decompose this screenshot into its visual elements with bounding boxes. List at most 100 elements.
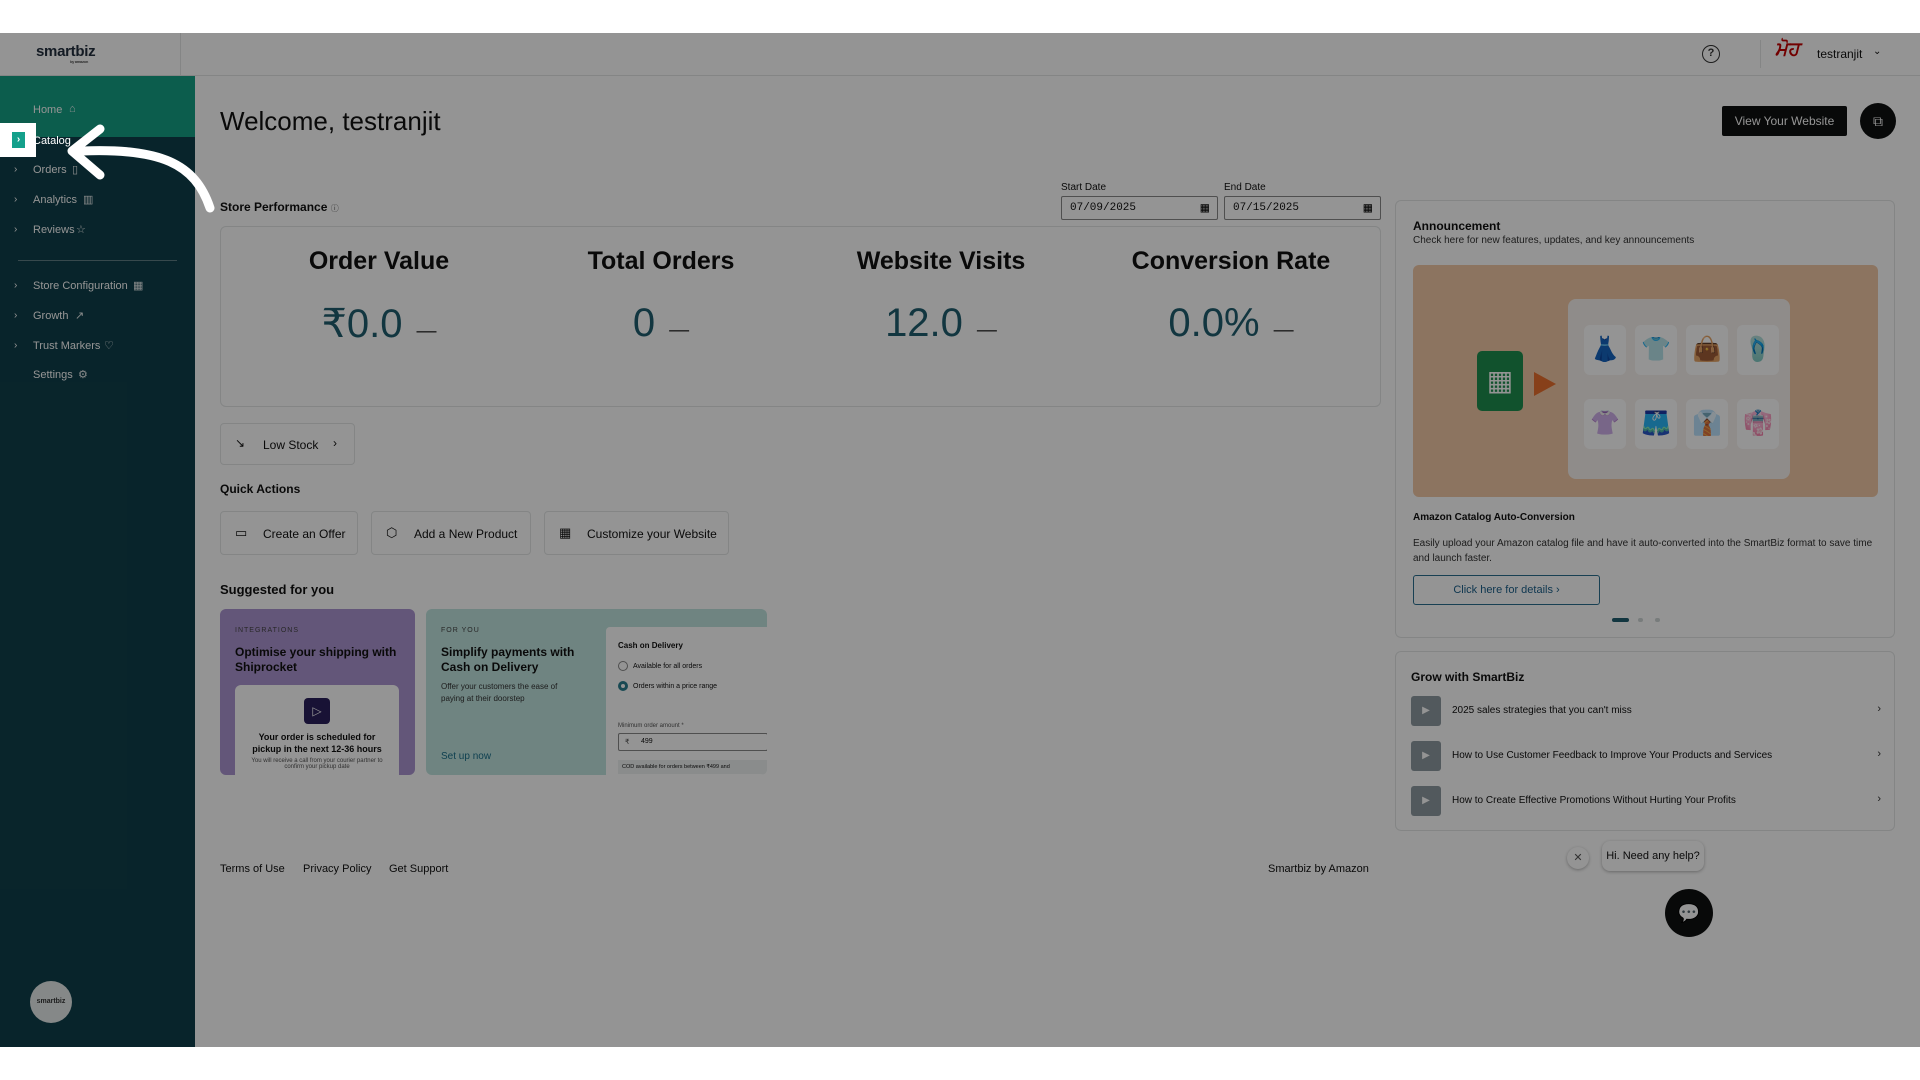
low-stock-button[interactable]: ↘ Low Stock › <box>220 423 355 465</box>
grow-card: Grow with SmartBiz ▶ 2025 sales strategi… <box>1395 651 1895 831</box>
metric-website-visits: Website Visits 12.0— <box>831 247 1051 346</box>
suggestion-card-cod[interactable]: FOR YOU Simplify payments with Cash on D… <box>426 609 767 775</box>
chevron-right-icon: › <box>333 436 337 450</box>
end-date-label: End Date <box>1224 182 1266 193</box>
list-item[interactable]: ▶ 2025 sales strategies that you can't m… <box>1411 696 1881 726</box>
privacy-link[interactable]: Privacy Policy <box>303 863 371 875</box>
carousel-dot[interactable] <box>1638 618 1643 622</box>
metric-total-orders: Total Orders 0— <box>561 247 761 346</box>
account-avatar[interactable]: smartbiz <box>30 981 72 1023</box>
header-divider <box>1760 40 1761 68</box>
list-item[interactable]: ▶ How to Use Customer Feedback to Improv… <box>1411 741 1881 771</box>
arrow-right-icon <box>1534 372 1556 396</box>
chevron-right-icon: › <box>1877 748 1881 760</box>
app-window: smartbiz by amazon ? ਮੋਹ testranjit ⌄ Hom… <box>0 33 1920 1047</box>
store-performance-card: Order Value ₹0.0— Total Orders 0— Websit… <box>220 226 1381 407</box>
carousel-dot[interactable] <box>1655 618 1660 622</box>
sidebar-item-label: Home <box>33 104 63 116</box>
info-icon[interactable]: ⓘ <box>331 204 339 213</box>
suggested-title: Suggested for you <box>220 582 335 597</box>
metric-order-value: Order Value ₹0.0— <box>279 247 479 347</box>
radio-price-range <box>618 681 628 691</box>
user-name[interactable]: testranjit <box>1817 47 1862 61</box>
sidebar-item-growth[interactable]: › Growth ↗ <box>0 306 195 328</box>
cod-preview: Cash on Delivery Available for all order… <box>606 627 767 775</box>
close-icon[interactable]: ✕ <box>1567 847 1589 869</box>
chevron-right-icon: › <box>14 280 18 291</box>
dress-icon: 👗 <box>1584 325 1626 375</box>
shiprocket-logo-icon: ▷ <box>304 698 330 724</box>
chevron-right-icon: › <box>14 164 18 175</box>
support-link[interactable]: Get Support <box>389 863 448 875</box>
smartbiz-logo[interactable]: smartbiz by amazon <box>36 43 96 64</box>
sidebar-item-reviews[interactable]: › Reviews ☆ <box>0 220 195 242</box>
chevron-right-icon: › <box>14 310 18 321</box>
min-amount-field: ₹499 <box>618 733 767 751</box>
suggestion-card-shiprocket[interactable]: INTEGRATIONS Optimise your shipping with… <box>220 609 415 775</box>
help-bubble[interactable]: Hi. Need any help? <box>1602 841 1704 871</box>
chevron-right-icon: › <box>1877 793 1881 805</box>
page-title: Welcome, testranjit <box>220 106 441 136</box>
chat-icon[interactable]: 💬 <box>1665 889 1713 937</box>
metric-value: ₹0.0— <box>321 302 437 346</box>
chevron-right-icon: › <box>14 340 18 351</box>
help-icon[interactable]: ? <box>1702 45 1720 63</box>
calendar-icon[interactable]: ▦ <box>1364 200 1372 217</box>
end-date-field[interactable]: 07/15/2025 ▦ <box>1224 196 1381 220</box>
list-item[interactable]: ▶ How to Create Effective Promotions Wit… <box>1411 786 1881 816</box>
video-play-icon: ▶ <box>1411 741 1441 771</box>
copy-icon[interactable]: ⧉ <box>1860 103 1896 139</box>
announcement-illustration: ▦ 👗 👕 👜 🩴 👚 🩳 👔 👘 <box>1413 265 1878 497</box>
view-website-button[interactable]: View Your Website <box>1722 106 1847 136</box>
customize-website-button[interactable]: ▦ Customize your Website <box>544 511 729 555</box>
create-offer-button[interactable]: ▭ Create an Offer <box>220 511 358 555</box>
video-play-icon: ▶ <box>1411 786 1441 816</box>
chevron-down-icon[interactable]: ⌄ <box>1873 46 1881 57</box>
shirt-icon: 👚 <box>1584 399 1626 449</box>
store-performance-title: Store Performance ⓘ <box>220 200 339 214</box>
footer-brand: Smartbiz by Amazon <box>1268 863 1369 875</box>
video-play-icon: ▶ <box>1411 696 1441 726</box>
shirt-icon: 👔 <box>1686 399 1728 449</box>
shorts-icon: 🩳 <box>1635 399 1677 449</box>
metric-title: Order Value <box>308 247 450 275</box>
product-grid-illustration: 👗 👕 👜 🩴 👚 🩳 👔 👘 <box>1568 299 1790 479</box>
chevron-right-icon: › <box>14 224 18 235</box>
box-icon: ⬡ <box>386 525 398 540</box>
chevron-right-icon[interactable]: › <box>12 132 25 148</box>
sidebar-item-store-configuration[interactable]: › Store Configuration ▦ <box>0 276 195 298</box>
terms-link[interactable]: Terms of Use <box>220 863 285 875</box>
top-header: smartbiz by amazon ? ਮੋਹ testranjit ⌄ <box>0 33 1920 76</box>
offer-icon: ▭ <box>235 525 248 540</box>
set-up-now-link[interactable]: Set up now <box>441 751 491 762</box>
logo-area[interactable]: smartbiz by amazon <box>0 33 181 76</box>
start-date-label: Start Date <box>1061 182 1107 193</box>
metric-conversion-rate: Conversion Rate 0.0% — <box>1111 247 1351 346</box>
top-icon: 👘 <box>1737 399 1779 449</box>
sidebar-item-label: Settings <box>33 369 73 381</box>
sidebar: Home ⌂ › Orders ▯ › Analytics ▥ › Review… <box>0 76 195 1047</box>
sidebar-item-label: Growth <box>33 310 69 322</box>
metric-title: Website Visits <box>856 247 1026 275</box>
metric-title: Conversion Rate <box>1131 247 1331 275</box>
sidebar-item-settings[interactable]: Settings ⚙ <box>0 365 195 387</box>
star-icon: ☆ <box>76 224 86 236</box>
sidebar-item-trust-markers[interactable]: › Trust Markers ♡ <box>0 336 195 358</box>
details-button[interactable]: Click here for details › <box>1413 575 1600 605</box>
add-product-button[interactable]: ⬡ Add a New Product <box>371 511 531 555</box>
carousel-dot[interactable] <box>1612 618 1629 622</box>
sidebar-item-label: Reviews <box>33 224 75 236</box>
calendar-icon[interactable]: ▦ <box>1201 200 1209 217</box>
announcement-card: Announcement Check here for new features… <box>1395 200 1895 638</box>
main-content: Welcome, testranjit View Your Website ⧉ … <box>195 76 1920 1047</box>
spreadsheet-icon: ▦ <box>1477 351 1523 411</box>
start-date-field[interactable]: 07/09/2025 ▦ <box>1061 196 1218 220</box>
user-avatar-signature[interactable]: ਮੋਹ <box>1775 39 1799 61</box>
bag-icon: 👜 <box>1686 325 1728 375</box>
sidebar-divider <box>18 260 177 261</box>
gear-icon: ⚙ <box>78 369 88 381</box>
tour-arrow-icon <box>67 124 215 213</box>
radio-all-orders <box>618 661 628 671</box>
trend-down-icon: ↘ <box>235 436 246 450</box>
growth-icon: ↗ <box>75 310 85 322</box>
